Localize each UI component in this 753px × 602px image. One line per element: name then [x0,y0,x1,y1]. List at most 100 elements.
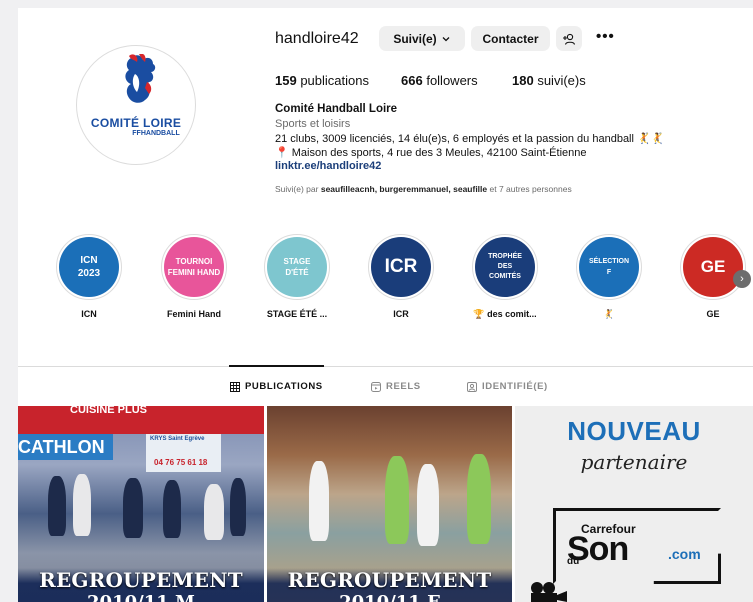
more-options-icon[interactable]: ••• [596,28,615,45]
reels-icon [371,381,381,392]
highlight-cover: GE [683,237,743,297]
following-stat[interactable]: 180 suivi(e)s [512,73,586,88]
tab-identified-label: IDENTIFIÉ(E) [482,381,548,392]
player-figure [417,464,439,546]
highlight-ring: TOURNOI FEMINI HAND [161,234,227,300]
partner-brand-du: du [567,556,580,567]
tagged-icon [467,381,477,392]
highlight-cover: SÉLECTION F [579,237,639,297]
profile-username: handloire42 [275,30,359,47]
highlight-cover-text: ICR [384,256,418,277]
highlight-stage-ete[interactable]: STAGE D'ÉTÉ STAGE ÉTÉ ... [262,234,332,319]
highlight-ring: TROPHÉE DES COMITÉS [472,234,538,300]
highlight-cover: TOURNOI FEMINI HAND [164,237,224,297]
post-caption-subtitle: 2010/11 F [267,592,512,602]
tab-identified[interactable]: IDENTIFIÉ(E) [467,381,548,392]
post-sign-text: KRYS Saint Egrève [150,436,205,442]
contact-button[interactable]: Contacter [471,26,550,51]
bio-category: Sports et loisirs [275,118,351,130]
highlight-ring: GE [680,234,746,300]
suggested-users-button[interactable] [556,26,582,51]
highlight-cover: STAGE D'ÉTÉ [267,237,327,297]
highlight-ring: STAGE D'ÉTÉ [264,234,330,300]
highlight-label: ICN [81,309,97,319]
highlight-icn[interactable]: ICN 2023 ICN [54,234,124,319]
followers-count: 666 [401,73,423,88]
player-figure [163,480,181,538]
player-figure [230,478,246,536]
bio-link[interactable]: linktr.ee/handloire42 [275,160,381,172]
following-button-label: Suivi(e) [393,31,437,46]
player-figure [309,461,329,541]
highlight-cover-text: SÉLECTION F [588,258,630,276]
highlight-icr[interactable]: ICR ICR [366,234,436,319]
grid-icon [230,381,240,392]
highlight-cover: TROPHÉE DES COMITÉS [475,237,535,297]
player-figure [385,456,409,544]
bio-description: 21 clubs, 3009 licenciés, 14 élu(e)s, 6 … [275,133,665,145]
highlight-cover: ICR [371,237,431,297]
highlight-label: 🤾 [603,309,615,319]
highlight-label: GE [706,309,720,319]
add-user-icon [563,33,576,45]
posts-count: 159 [275,73,297,88]
player-figure [73,474,91,536]
partner-brand-domain: .com [668,546,701,562]
bio-name: Comité Handball Loire [275,103,398,115]
highlight-label: Femini Hand [166,309,221,319]
post-sign-text: 04 76 75 61 18 [154,458,208,467]
tab-reels-label: REELS [386,381,421,392]
post-sign-text: CUISINE PLUS [70,406,148,416]
highlight-ring: ICN 2023 [56,234,122,300]
bio-address: 📍 Maison des sports, 4 rue des 3 Meules,… [275,147,587,159]
followers-stat[interactable]: 666 followers [401,73,478,88]
following-label: suivi(e)s [537,73,586,88]
camera-icon [531,582,567,602]
post-thumbnail[interactable]: REGROUPEMENT 2010/11 F [267,406,512,602]
highlight-femini-hand[interactable]: TOURNOI FEMINI HAND Femini Hand [159,234,229,319]
highlight-cover-text: GE [700,257,726,276]
highlight-cover-text: STAGE D'ÉTÉ [283,257,311,277]
following-count: 180 [512,73,534,88]
highlight-selection-f[interactable]: SÉLECTION F 🤾 [574,234,644,320]
post-thumbnail[interactable]: CUISINE PLUS CATHLON KRYS Saint Egrève 0… [18,406,264,602]
followed-by[interactable]: Suivi(e) par seaufilleacnh, burgeremmanu… [275,184,572,194]
player-figure [123,478,143,538]
post-caption-title: REGROUPEMENT [287,568,492,592]
logo-subtitle: FFHANDBALL [132,130,180,137]
followed-by-users: seaufilleacnh, burgeremmanuel, seaufille [320,184,488,194]
tab-reels[interactable]: REELS [371,381,421,392]
player-figure [467,454,491,544]
highlight-cover-text: TOURNOI FEMINI HAND [167,257,221,277]
followed-by-prefix: Suivi(e) par [275,184,319,194]
rooster-logo-icon [125,54,156,103]
post-caption-title: REGROUPEMENT [39,568,243,592]
highlight-label: 🏆 des comit... [473,309,537,319]
tab-publications[interactable]: PUBLICATIONS [230,381,323,392]
post-caption-subtitle: 2010/11 M [18,592,264,602]
highlight-ring: ICR [368,234,434,300]
player-figure [204,484,224,540]
active-tab-indicator [229,365,324,367]
post-headline: NOUVEAU [567,416,701,446]
following-button[interactable]: Suivi(e) [379,26,465,51]
highlight-trophee[interactable]: TROPHÉE DES COMITÉS 🏆 des comit... [470,234,540,320]
followed-by-suffix: et 7 autres personnes [489,184,572,194]
tabs-divider [18,366,753,367]
highlight-cover-text: ICN 2023 [77,255,101,279]
posts-count-stat: 159 publications [275,73,369,88]
profile-avatar[interactable]: COMITÉ LOIRE FFHANDBALL [76,45,196,165]
player-figure [48,476,66,536]
posts-label: publications [300,73,369,88]
highlight-ring: SÉLECTION F [576,234,642,300]
post-thumbnail[interactable]: NOUVEAU partenaire Carrefour Son .com du [515,406,753,602]
post-script-text: partenaire [580,450,688,474]
logo-title: COMITÉ LOIRE [90,116,182,130]
highlight-cover: ICN 2023 [59,237,119,297]
followers-label: followers [426,73,478,88]
chevron-down-icon [442,36,450,41]
profile-page: COMITÉ LOIRE FFHANDBALL handloire42 Suiv… [18,8,753,602]
highlight-cover-text: TROPHÉE DES COMITÉS [488,253,522,280]
highlight-label: ICR [393,309,409,319]
highlights-next-arrow-icon[interactable]: › [733,270,751,288]
